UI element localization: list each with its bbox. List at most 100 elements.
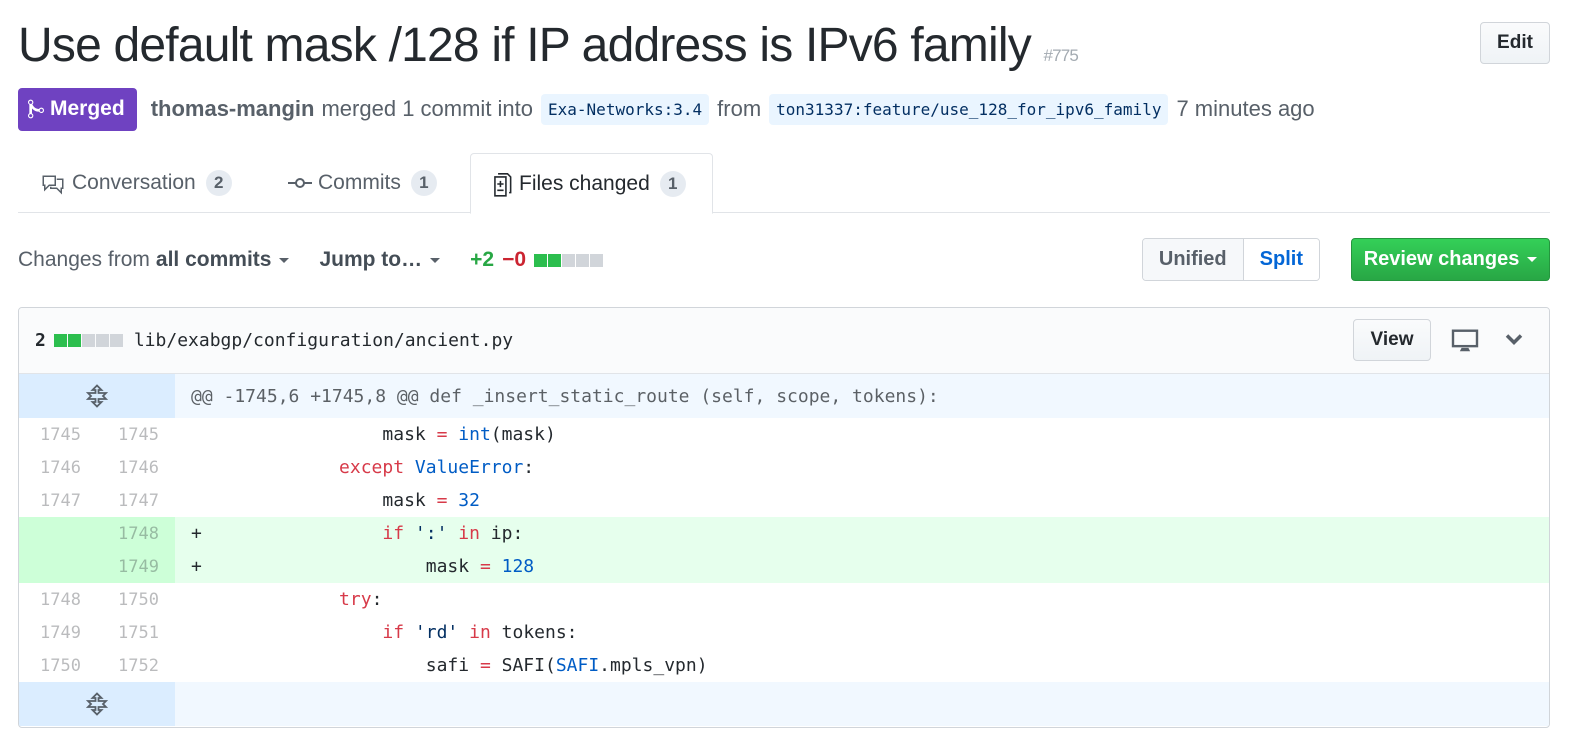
diff-marker: [175, 622, 209, 643]
new-line-number[interactable]: 1750: [81, 590, 159, 610]
diff-marker: [175, 424, 209, 445]
old-line-number[interactable]: 1748: [19, 590, 81, 610]
desktop-icon[interactable]: [1451, 329, 1479, 353]
diffstat-block-neutral: [109, 334, 123, 347]
code-token: except: [339, 457, 405, 478]
tab-conversation-count: 2: [205, 170, 232, 196]
new-line-number[interactable]: 1751: [81, 623, 159, 643]
tab-conversation[interactable]: Conversation 2: [20, 153, 252, 213]
old-line-number[interactable]: 1746: [19, 458, 81, 478]
tab-commits-count: 1: [410, 170, 437, 196]
diff-view-toggle: Unified Split: [1141, 238, 1320, 281]
old-line-number[interactable]: 1745: [19, 425, 81, 445]
changes-from-dropdown[interactable]: Changes from all commits: [18, 248, 290, 272]
diffstat-blocks: [534, 253, 604, 267]
code-token: in: [458, 523, 480, 544]
chevron-down-icon[interactable]: [1505, 332, 1523, 346]
code-token: ':': [414, 523, 448, 544]
base-branch[interactable]: Exa-Networks:3.4: [541, 93, 710, 125]
file-change-count: 2: [35, 330, 46, 351]
unified-button[interactable]: Unified: [1142, 239, 1244, 280]
diff-marker: +: [191, 523, 202, 544]
pr-header: Use default mask /128 if IP address is I…: [18, 14, 1550, 78]
code-line: try:: [175, 583, 1549, 616]
diffstat-block-neutral: [562, 253, 576, 267]
new-line-number[interactable]: 1748: [81, 524, 159, 544]
diff-table: @@ -1745,6 +1745,8 @@ def _insert_static…: [19, 374, 1549, 726]
diff-marker: +: [191, 556, 202, 577]
code-token: mask: [382, 490, 437, 511]
hunk-header: @@ -1745,6 +1745,8 @@ def _insert_static…: [175, 374, 1549, 418]
merged-label: Merged: [50, 97, 125, 120]
code-token: (mask): [490, 424, 556, 445]
code-line: mask = int (mask): [175, 418, 1549, 451]
old-line-number[interactable]: 1749: [19, 623, 81, 643]
review-changes-label: Review changes: [1363, 248, 1520, 270]
view-file-button[interactable]: View: [1353, 319, 1431, 361]
merged-text: merged 1 commit into: [321, 96, 534, 121]
jump-to-dropdown[interactable]: Jump to…: [319, 248, 441, 272]
code-token: =: [436, 424, 448, 445]
author-link[interactable]: thomas-mangin: [151, 96, 315, 122]
tab-files-changed[interactable]: Files changed 1: [470, 153, 713, 214]
tab-commits[interactable]: Commits 1: [268, 153, 457, 213]
pr-tabs: Conversation 2 Commits 1 Files changed 1: [18, 153, 1550, 214]
new-line-number[interactable]: 1746: [81, 458, 159, 478]
split-button[interactable]: Split: [1243, 239, 1319, 280]
additions-count: +2: [470, 248, 495, 271]
code-line: + if ':' in ip:: [175, 517, 1549, 550]
pr-title-text: Use default mask /128 if IP address is I…: [18, 19, 1032, 72]
comment-discussion-icon: [42, 175, 64, 195]
diff-line: 1748 1750 try:: [19, 583, 1549, 616]
old-line-number[interactable]: 1747: [19, 491, 81, 511]
code-token: ValueError: [414, 457, 524, 478]
diffstat: +2 −0: [470, 248, 604, 272]
diffstat-block-neutral: [95, 334, 109, 347]
code-token: if: [382, 523, 405, 544]
git-commit-icon: [288, 178, 312, 188]
from-text: from: [717, 96, 762, 121]
pr-title: Use default mask /128 if IP address is I…: [18, 14, 1550, 88]
expand-down-button[interactable]: [19, 682, 175, 726]
code-line: mask = 32: [175, 484, 1549, 517]
old-line-number[interactable]: 1750: [19, 656, 81, 676]
unfold-icon: [86, 692, 108, 716]
code-token: mask: [425, 556, 480, 577]
file-path[interactable]: lib/exabgp/configuration/ancient.py: [134, 330, 513, 351]
diff-line: 1747 1747 mask = 32: [19, 484, 1549, 517]
code-token: in: [469, 622, 491, 643]
new-line-number[interactable]: 1752: [81, 656, 159, 676]
code-token: :: [371, 589, 383, 610]
head-branch[interactable]: ton31337:feature/use_128_for_ipv6_family: [769, 93, 1169, 125]
code-token: =: [436, 490, 448, 511]
time-ago: 7 minutes ago: [1176, 96, 1315, 121]
diff-line-added: 1749 + mask = 128: [19, 550, 1549, 583]
review-changes-button[interactable]: Review changes: [1351, 238, 1550, 281]
diffstat-block-neutral: [81, 334, 95, 347]
edit-button[interactable]: Edit: [1480, 22, 1550, 64]
new-line-number[interactable]: 1745: [81, 425, 159, 445]
deletions-count: −0: [502, 248, 527, 271]
code-token: 128: [501, 556, 535, 577]
caret-down-icon: [1527, 257, 1538, 262]
file-diff: 2 lib/exabgp/configuration/ancient.py Vi…: [18, 307, 1550, 728]
code-token: SAFI: [555, 655, 600, 676]
expand-up-button[interactable]: [19, 374, 175, 418]
diff-line: 1746 1746 except ValueError:: [19, 451, 1549, 484]
new-line-number[interactable]: 1747: [81, 491, 159, 511]
caret-down-icon: [279, 257, 290, 263]
diff-line: 1745 1745 mask = int (mask): [19, 418, 1549, 451]
diffstat-block-added: [53, 334, 67, 347]
code-token: mask: [382, 424, 437, 445]
new-line-number[interactable]: 1749: [81, 557, 159, 577]
unfold-icon: [86, 384, 108, 408]
